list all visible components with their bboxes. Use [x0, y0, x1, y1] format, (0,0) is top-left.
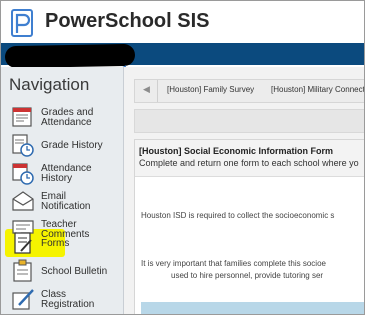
forms-icon: [14, 232, 32, 254]
app-window: PowerSchool SIS ◀ Navigation Grades and …: [0, 0, 365, 315]
grades-attendance-icon: [12, 107, 32, 127]
form-panel-header: [Houston] Social Economic Information Fo…: [135, 140, 364, 177]
sidebar-item-label: Forms: [41, 238, 70, 249]
powerschool-logo-icon[interactable]: [11, 9, 35, 37]
sidebar-item-label: Attendance: [41, 117, 92, 128]
sidebar-item-attendance-history[interactable]: Attendance History: [7, 159, 121, 187]
tab-family-survey[interactable]: [Houston] Family Survey: [167, 85, 254, 94]
sidebar: Navigation Grades and Attendance Grade H…: [1, 67, 124, 314]
tab-divider: [157, 80, 158, 102]
form-subtitle: Complete and return one form to each sch…: [139, 158, 359, 168]
sidebar-item-label: Registration: [41, 299, 95, 310]
email-notification-icon: [12, 191, 34, 211]
form-tab-bar: ◀ [Houston] Family Survey [Houston] Mili…: [134, 79, 364, 103]
sidebar-item-label: School Bulletin: [41, 266, 108, 277]
app-title: PowerSchool SIS: [45, 10, 210, 32]
grade-history-icon: [12, 134, 34, 157]
tab-scroll-left-icon[interactable]: ◀: [143, 84, 150, 95]
sidebar-item-label: History: [41, 173, 73, 184]
app-header: PowerSchool SIS: [1, 1, 364, 43]
sidebar-item-label: Notification: [41, 201, 91, 212]
sidebar-item-email-notification[interactable]: Email Notification: [7, 187, 121, 215]
navigation-title: Navigation: [9, 75, 90, 94]
redacted-area: [4, 43, 136, 69]
form-footer-bar: [141, 302, 364, 314]
sidebar-item-class-registration[interactable]: Class Registration: [7, 285, 121, 313]
form-panel: [Houston] Social Economic Information Fo…: [134, 139, 364, 314]
sidebar-item-school-bulletin[interactable]: School Bulletin: [7, 257, 121, 285]
main-content: ◀ [Houston] Family Survey [Houston] Mili…: [124, 67, 364, 314]
form-text-line: used to hire personnel, provide tutoring…: [171, 271, 324, 280]
form-title: [Houston] Social Economic Information Fo…: [139, 146, 334, 156]
class-registration-icon: [12, 289, 34, 310]
school-bulletin-icon: [13, 259, 32, 282]
sidebar-item-forms[interactable]: Forms: [7, 229, 121, 257]
form-text-line: Houston ISD is required to collect the s…: [141, 211, 335, 220]
tab-military-connected[interactable]: [Houston] Military Connecte: [271, 85, 364, 94]
toolbar-strip: [134, 109, 364, 133]
attendance-history-icon: [12, 163, 34, 185]
form-text-line: It is very important that families compl…: [141, 259, 326, 268]
sidebar-item-label: Grade History: [41, 140, 103, 151]
sidebar-item-grades-attendance[interactable]: Grades and Attendance: [7, 103, 121, 131]
sidebar-item-grade-history[interactable]: Grade History: [7, 131, 121, 159]
